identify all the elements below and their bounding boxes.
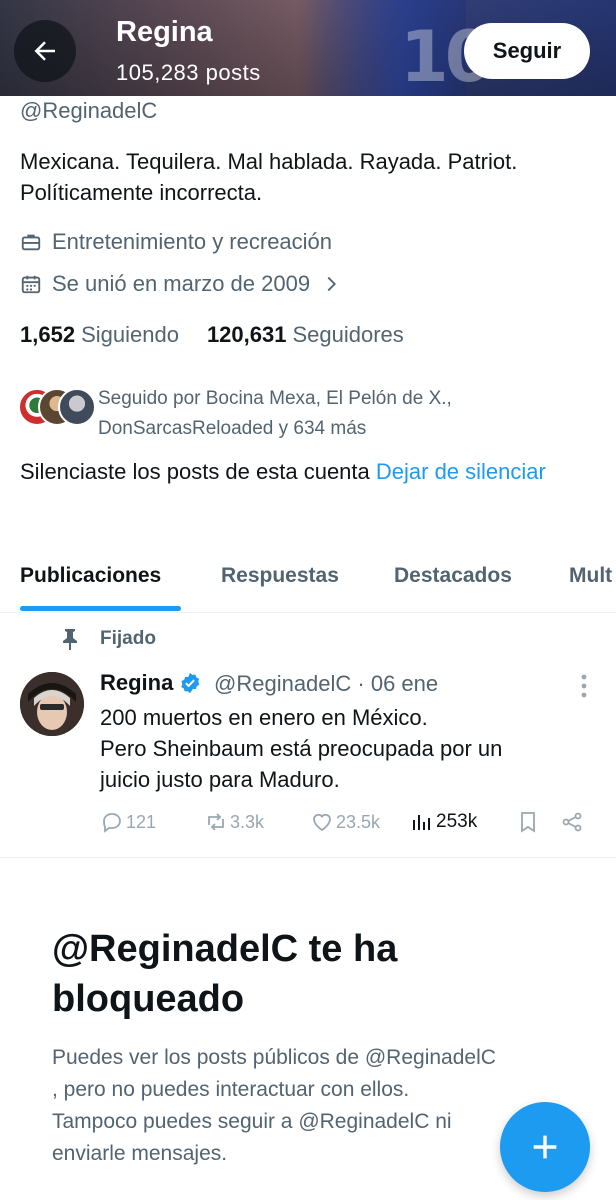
plus-icon	[533, 1135, 557, 1159]
section-divider	[0, 857, 616, 858]
reply-count: 121	[126, 811, 157, 832]
share-icon	[562, 812, 582, 832]
unmute-link[interactable]: Dejar de silenciar	[376, 459, 546, 484]
muted-notice: Silenciaste los posts de esta cuenta Dej…	[20, 456, 600, 488]
tweet-actions: 121 3.3k 23.5k 253k	[100, 806, 600, 840]
joined-label: Se unió en marzo de 2009	[52, 271, 311, 296]
followers-count: 120,631	[206, 322, 287, 347]
header-profile-name: Regina	[116, 16, 213, 48]
blocked-desc-line: Puedes ver los posts públicos de @Regina…	[52, 1046, 496, 1069]
profile-header-banner: 10 Regina 105,283 posts Seguir	[0, 0, 616, 96]
blocked-title-line: @ReginadelC te ha	[52, 928, 398, 970]
repost-count: 3.3k	[230, 811, 265, 832]
more-options-icon[interactable]	[574, 672, 594, 700]
compose-post-button[interactable]	[500, 1102, 590, 1192]
repost-button[interactable]: 3.3k	[204, 810, 264, 834]
blocked-desc-line: , pero no puedes interactuar con ellos.	[52, 1078, 410, 1101]
back-button[interactable]	[14, 20, 76, 82]
reply-icon	[103, 813, 121, 833]
muted-text: Silenciaste los posts de esta cuenta	[20, 459, 376, 484]
followed-by-line: DonSarcasReloaded y 634 más	[98, 418, 367, 439]
followers-stat[interactable]: 120,631 Seguidores	[207, 322, 404, 348]
follow-stats: 1,652 Siguiendo 120,631 Seguidores	[20, 322, 404, 348]
share-button[interactable]	[560, 810, 586, 834]
followed-by-text[interactable]: Seguido por Bocina Mexa, El Pelón de X.,…	[98, 384, 598, 444]
category-label: Entretenimiento y recreación	[52, 229, 333, 254]
following-stat[interactable]: 1,652 Siguiendo	[20, 322, 179, 348]
tweet-author-handle: @ReginadelC · 06 ene	[214, 671, 439, 696]
briefcase-icon	[21, 234, 41, 251]
active-tab-indicator	[20, 606, 181, 611]
avatar-image	[20, 672, 84, 736]
blocked-desc-line: enviarle mensajes.	[52, 1142, 228, 1165]
blocked-title-line: bloqueado	[52, 978, 245, 1020]
views-count: 253k	[436, 811, 478, 832]
follow-button[interactable]: Seguir	[464, 23, 590, 79]
calendar-icon	[21, 275, 41, 294]
tweet-author-avatar[interactable]	[20, 672, 84, 736]
following-label: Siguiendo	[81, 322, 179, 347]
avatar	[58, 388, 96, 426]
repost-icon	[208, 813, 224, 831]
tweet-text-line: 200 muertos en enero en México.	[100, 705, 428, 730]
tab-publicaciones[interactable]: Publicaciones	[20, 564, 161, 588]
profile-category: Entretenimiento y recreación	[20, 229, 332, 255]
blocked-description: Puedes ver los posts públicos de @Regina…	[52, 1042, 522, 1170]
pin-icon	[63, 629, 77, 650]
following-count: 1,652	[20, 322, 76, 347]
tab-destacados[interactable]: Destacados	[394, 564, 512, 588]
tab-multimedia[interactable]: Mult	[569, 564, 612, 588]
tweet-author-name[interactable]: Regina	[100, 670, 201, 696]
followed-by-avatars[interactable]	[18, 384, 96, 428]
like-button[interactable]: 23.5k	[310, 810, 380, 834]
bookmark-button[interactable]	[516, 810, 542, 834]
header-posts-count: 105,283 posts	[116, 60, 261, 85]
views-chart-icon	[413, 815, 430, 830]
bookmark-icon	[521, 812, 535, 833]
tweet-text: 200 muertos en enero en México. Pero She…	[100, 702, 600, 795]
followers-label: Seguidores	[292, 322, 404, 347]
bio-line: Políticamente incorrecta.	[20, 180, 263, 205]
arrow-left-icon	[34, 41, 55, 61]
tweet-text-line: Pero Sheinbaum está preocupada por un	[100, 736, 503, 761]
reply-button[interactable]: 121	[100, 810, 156, 834]
profile-handle: @ReginadelC	[20, 98, 158, 123]
tweet-text-line: juicio justo para Maduro.	[100, 767, 340, 792]
profile-tabs: Publicaciones Respuestas Destacados Mult	[0, 556, 616, 613]
bio-line: Mexicana. Tequilera. Mal hablada. Rayada…	[20, 149, 518, 174]
views-button[interactable]: 253k	[410, 810, 477, 834]
profile-joined[interactable]: Se unió en marzo de 2009	[20, 271, 342, 297]
blocked-desc-line: Tampoco puedes seguir a @ReginadelC ni	[52, 1110, 452, 1133]
blocked-title: @ReginadelC te ha bloqueado	[52, 924, 572, 1024]
heart-icon	[313, 813, 331, 832]
chevron-right-icon	[327, 276, 337, 292]
pinned-label: Fijado	[60, 628, 156, 650]
pinned-text: Fijado	[100, 628, 156, 649]
profile-bio: Mexicana. Tequilera. Mal hablada. Rayada…	[20, 146, 600, 208]
verified-badge-icon	[181, 672, 200, 694]
author-name: Regina	[100, 670, 174, 695]
tab-respuestas[interactable]: Respuestas	[221, 564, 339, 588]
followed-by-line: Seguido por Bocina Mexa, El Pelón de X.,	[98, 388, 452, 409]
like-count: 23.5k	[336, 811, 381, 832]
